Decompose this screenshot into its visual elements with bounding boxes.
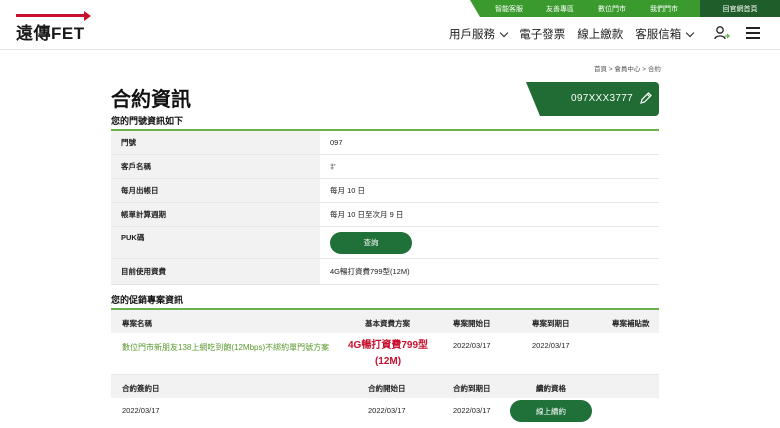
nav-user-service[interactable]: 用戶服務 (449, 26, 509, 42)
chevron-down-icon (499, 28, 509, 38)
hamburger-menu-icon[interactable] (746, 27, 760, 39)
number-info-title: 您的門號資訊如下 (111, 116, 184, 126)
nav-e-invoice[interactable]: 電子發票 (519, 26, 565, 42)
info-row-billing-cycle: 帳單計算週期 每月 10 日至次月 9 日 (111, 203, 659, 227)
promo-table: 專案名稱 基本資費方案 專案開始日 專案到期日 專案補貼款 數位門市新朋友138… (111, 310, 659, 426)
fet-logo[interactable]: 遠傳FET (16, 11, 92, 43)
contract-table-header: 合約簽約日 合約開始日 合約到期日 續約資格 (111, 375, 659, 398)
promo-table-header: 專案名稱 基本資費方案 專案開始日 專案到期日 專案補貼款 (111, 310, 659, 333)
topbar-link-our-stores[interactable]: 我們門市 (650, 4, 678, 14)
user-icon[interactable] (714, 25, 730, 41)
page-title: 合約資訊 (111, 89, 191, 111)
logo-text: 遠傳FET (16, 24, 85, 43)
promo-info-title: 您的促銷專案資訊 (111, 295, 184, 305)
promo-row: 數位門市新朋友138上網吃到飽(12Mbps)不綁約單門號方案 4G暢打資費79… (111, 333, 659, 375)
info-row-current-plan: 目前使用資費 4G暢打資費799型(12M) (111, 259, 659, 285)
phone-number-selector[interactable]: 097XXX3777 (526, 82, 659, 116)
contract-row: 2022/03/17 2022/03/17 2022/03/17 線上續約 (111, 398, 659, 426)
breadcrumb: 首頁 > 會員中心 > 合約 (594, 66, 661, 73)
phone-number: 097XXX3777 (571, 93, 633, 104)
puk-query-button[interactable]: 查詢 (330, 231, 412, 254)
online-renewal-button[interactable]: 線上續約 (510, 400, 592, 422)
main-nav: 用戶服務 電子發票 線上繳款 客服信箱 (449, 26, 695, 42)
info-row-number: 門號 097 (111, 131, 659, 155)
info-row-billing-day: 每月出帳日 每月 10 日 (111, 179, 659, 203)
top-utility-bar: 智能客服 友善專區 數位門市 我們門市 回官網首頁 (470, 0, 780, 17)
topbar-link-digital-store[interactable]: 數位門市 (598, 4, 626, 14)
topbar-link-smart-service[interactable]: 智能客服 (495, 4, 523, 14)
promo-name-link[interactable]: 數位門市新朋友138上網吃到飽(12Mbps)不綁約單門號方案 (122, 340, 332, 356)
topbar-link-friendly-zone[interactable]: 友善專區 (546, 4, 574, 14)
info-row-puk: PUK碼 查詢 (111, 227, 659, 259)
info-row-customer-name: 客戶名稱 ‡' (111, 155, 659, 179)
nav-online-payment[interactable]: 線上繳款 (577, 26, 623, 42)
chevron-down-icon (686, 28, 695, 38)
number-info-table: 門號 097 客戶名稱 ‡' 每月出帳日 每月 10 日 帳單計算週期 每月 1… (111, 131, 659, 285)
promo-plan: 4G暢打資費799型(12M) (347, 340, 429, 367)
home-link[interactable]: 回官網首頁 (700, 0, 780, 17)
nav-service-mailbox[interactable]: 客服信箱 (635, 26, 695, 42)
pencil-icon[interactable] (639, 91, 653, 105)
